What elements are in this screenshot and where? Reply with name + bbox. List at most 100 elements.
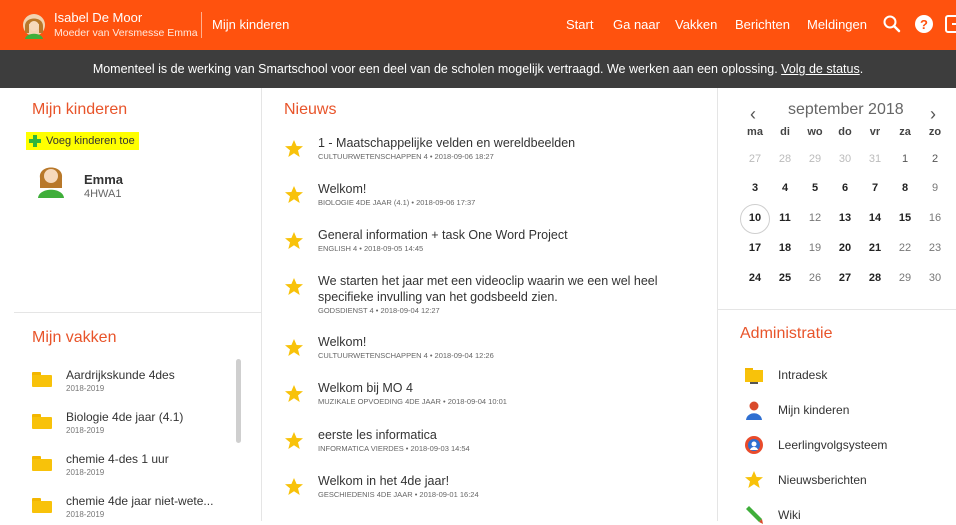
admin-item-intradesk[interactable]: Intradesk — [744, 365, 827, 385]
calendar-day[interactable]: 11 — [770, 212, 800, 224]
calendar-day[interactable]: 13 — [830, 212, 860, 224]
calendar-weekday: wo — [807, 126, 823, 138]
calendar-day[interactable]: 2 — [920, 153, 950, 165]
news-item[interactable]: Welkom! CULTUURWETENSCHAPPEN 4 • 2018-09-… — [284, 334, 704, 360]
nav-meldingen[interactable]: Meldingen — [807, 17, 867, 32]
calendar-day[interactable]: 20 — [830, 242, 860, 254]
calendar-month: september 2018 — [788, 101, 904, 118]
calendar-day[interactable]: 27 — [830, 272, 860, 284]
calendar-day[interactable]: 9 — [920, 182, 950, 194]
calendar-day[interactable]: 29 — [890, 272, 920, 284]
admin-item-label: Mijn kinderen — [778, 403, 850, 417]
admin-item-mijn-kinderen[interactable]: Mijn kinderen — [744, 400, 849, 420]
course-item[interactable]: Biologie 4de jaar (4.1) 2018-2019 — [32, 410, 183, 435]
calendar-day[interactable]: 16 — [920, 212, 950, 224]
calendar-day[interactable]: 30 — [920, 272, 950, 284]
status-link[interactable]: Volg de status — [781, 62, 860, 76]
calendar-day[interactable]: 28 — [860, 272, 890, 284]
calendar-day[interactable]: 8 — [890, 182, 920, 194]
news-item[interactable]: Welkom bij MO 4 MUZIKALE OPVOEDING 4DE JA… — [284, 380, 704, 406]
news-headline: eerste les informatica — [318, 428, 437, 442]
calendar-day[interactable]: 23 — [920, 242, 950, 254]
add-children-label: Voeg kinderen toe — [46, 135, 135, 147]
course-item[interactable]: chemie 4-des 1 uur 2018-2019 — [32, 452, 169, 477]
admin-item-wiki[interactable]: Wiki — [744, 505, 801, 525]
calendar-weekday: di — [780, 126, 790, 138]
calendar-day[interactable]: 29 — [800, 153, 830, 165]
admin-item-nieuwsberichten[interactable]: Nieuwsberichten — [744, 470, 867, 490]
star-icon — [745, 471, 763, 488]
left-column: Mijn kinderen Voeg kinderen toe Emma 4HW… — [0, 88, 262, 521]
calendar-day[interactable]: 17 — [740, 242, 770, 254]
user-name[interactable]: Isabel De Moor — [54, 10, 142, 25]
logout-icon[interactable] — [944, 14, 956, 34]
news-item[interactable]: We starten het jaar met een videoclip wa… — [284, 273, 704, 315]
calendar-day[interactable]: 18 — [770, 242, 800, 254]
child-avatar-icon[interactable] — [36, 160, 66, 198]
calendar-day[interactable]: 28 — [770, 153, 800, 165]
calendar-day[interactable]: 24 — [740, 272, 770, 284]
calendar-day[interactable]: 3 — [740, 182, 770, 194]
course-year: 2018-2019 — [66, 510, 105, 519]
calendar-day[interactable]: 7 — [860, 182, 890, 194]
news-headline: Welkom! — [318, 335, 367, 349]
calendar-day[interactable]: 10 — [740, 212, 770, 224]
calendar-day[interactable]: 14 — [860, 212, 890, 224]
calendar-day[interactable]: 31 — [860, 153, 890, 165]
nav-berichten[interactable]: Berichten — [735, 17, 790, 32]
news-item[interactable]: Welkom! BIOLOGIE 4DE JAAR (4.1) • 2018-09… — [284, 181, 704, 207]
nav-vakken[interactable]: Vakken — [675, 17, 717, 32]
star-icon — [285, 385, 303, 402]
admin-item-leerlingvolgsysteem[interactable]: Leerlingvolgsysteem — [744, 435, 887, 455]
search-icon[interactable] — [882, 14, 902, 34]
calendar-day[interactable]: 4 — [770, 182, 800, 194]
calendar-day[interactable]: 6 — [830, 182, 860, 194]
calendar-weekday: vr — [869, 126, 881, 138]
nav-ga-naar[interactable]: Ga naar — [613, 17, 660, 32]
banner-suffix: . — [859, 62, 864, 76]
news-headline: Welkom bij MO 4 — [318, 381, 413, 395]
calendar-next-button[interactable]: › — [930, 104, 936, 125]
course-item[interactable]: Aardrijkskunde 4des 2018-2019 — [32, 368, 175, 393]
star-icon — [285, 432, 303, 449]
child-name[interactable]: Emma — [84, 172, 123, 187]
user-role[interactable]: Moeder van Versmesse Emma — [54, 27, 198, 39]
calendar-day[interactable]: 15 — [890, 212, 920, 224]
calendar-day[interactable]: 27 — [740, 153, 770, 165]
calendar-prev-button[interactable]: ‹ — [750, 104, 756, 125]
news-item[interactable]: eerste les informatica INFORMATICA VIERDE… — [284, 427, 704, 453]
calendar-day[interactable]: 26 — [800, 272, 830, 284]
news-item[interactable]: General information + task One Word Proj… — [284, 227, 704, 253]
courses-scrollbar[interactable] — [236, 359, 241, 443]
top-divider — [201, 12, 202, 38]
banner-text: Momenteel is de werking van Smartschool … — [92, 62, 778, 76]
nav-start[interactable]: Start — [566, 17, 593, 32]
calendar-day[interactable]: 25 — [770, 272, 800, 284]
calendar-day[interactable]: 5 — [800, 182, 830, 194]
news-headline: 1 - Maatschappelijke velden en wereldbee… — [318, 136, 576, 150]
calendar-day[interactable]: 30 — [830, 153, 860, 165]
course-item[interactable]: chemie 4de jaar niet-wete... 2018-2019 — [32, 494, 213, 519]
calendar-day[interactable]: 1 — [890, 153, 920, 165]
calendar-day[interactable]: 22 — [890, 242, 920, 254]
news-headline: General information + task One Word Proj… — [318, 228, 568, 242]
help-icon[interactable]: ? — [914, 14, 934, 34]
news-headline: Welkom! — [318, 182, 367, 196]
user-avatar-icon[interactable] — [22, 13, 46, 39]
course-year: 2018-2019 — [66, 384, 105, 393]
star-icon — [285, 339, 303, 356]
admin-item-label: Leerlingvolgsysteem — [778, 438, 888, 452]
star-icon — [285, 278, 303, 295]
news-meta: ENGLISH 4 • 2018-09-05 14:45 — [318, 244, 424, 253]
course-year: 2018-2019 — [66, 426, 105, 435]
top-bar: Isabel De Moor Moeder van Versmesse Emma… — [0, 0, 956, 50]
pencil-icon — [746, 506, 763, 524]
add-children-button[interactable]: Voeg kinderen toe — [26, 132, 139, 150]
calendar-day[interactable]: 21 — [860, 242, 890, 254]
calendar-day[interactable]: 19 — [800, 242, 830, 254]
news-meta: BIOLOGIE 4DE JAAR (4.1) • 2018-09-06 17:… — [318, 198, 476, 207]
news-meta: CULTUURWETENSCHAPPEN 4 • 2018-09-04 12:2… — [318, 351, 494, 360]
calendar-day[interactable]: 12 — [800, 212, 830, 224]
news-item[interactable]: 1 - Maatschappelijke velden en wereldbee… — [284, 135, 704, 161]
news-item[interactable]: Welkom in het 4de jaar! GESCHIEDENIS 4DE … — [284, 473, 704, 499]
